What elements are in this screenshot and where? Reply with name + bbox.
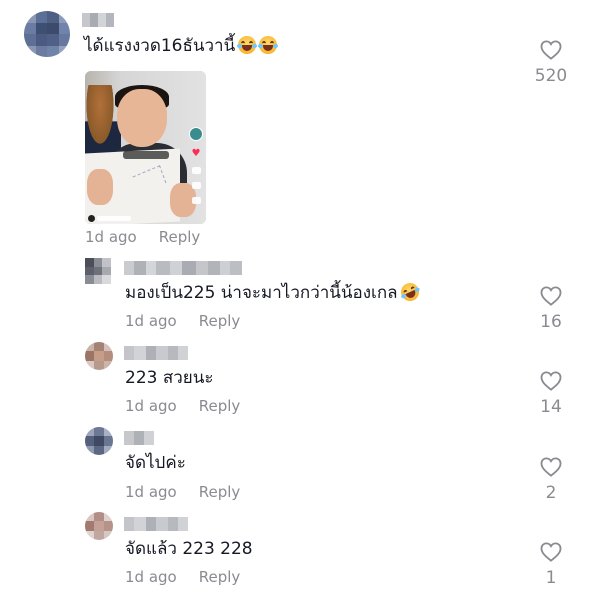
comment-meta: 1d ago Reply [125,397,240,415]
like-count: 1 [545,568,557,588]
like-count: 2 [545,483,557,503]
comment-text: ได้แรงงวด16ธันวานี้ [84,35,279,57]
avatar[interactable] [85,342,113,370]
username[interactable] [124,261,242,275]
heart-outline-icon [540,286,562,306]
heart-outline-icon [540,457,562,477]
reply-button[interactable]: Reply [199,568,241,586]
heart-outline-icon [540,40,562,60]
avatar[interactable] [85,258,111,284]
comment-text: มองเป็น225 น่าจะมาไวกว่านี้น้องเกล [125,280,422,304]
avatar[interactable] [85,512,113,540]
like-count: 16 [540,312,562,332]
like-count: 14 [540,397,562,417]
reply-button[interactable]: Reply [159,228,201,246]
comment-text: จัดไปค่ะ [125,453,186,473]
laughing-emoji [237,36,258,54]
timestamp: 1d ago [125,397,177,415]
reply-button[interactable]: Reply [199,483,241,501]
timestamp: 1d ago [85,228,137,246]
like-count: 520 [534,66,568,86]
timestamp: 1d ago [125,312,177,330]
reply-button[interactable]: Reply [199,397,241,415]
rofl-emoji [397,280,422,304]
timestamp: 1d ago [125,483,177,501]
comment-text: จัดแล้ว 223 228 [125,539,253,559]
like-button[interactable]: 520 [521,40,581,86]
like-button[interactable]: 16 [521,286,581,332]
like-button[interactable]: 1 [521,542,581,588]
video-thumbnail[interactable]: ♥ [85,71,206,224]
avatar[interactable] [24,11,70,57]
heart-outline-icon [540,542,562,562]
comment-meta: 1d ago Reply [125,312,240,330]
username[interactable] [124,517,188,531]
laughing-emoji [258,36,279,54]
username[interactable] [82,13,114,27]
like-button[interactable]: 14 [521,371,581,417]
like-button[interactable]: 2 [521,457,581,503]
avatar[interactable] [85,427,113,455]
heart-outline-icon [540,371,562,391]
timestamp: 1d ago [125,568,177,586]
username[interactable] [124,346,188,360]
comment-meta: 1d ago Reply [125,483,240,501]
reply-button[interactable]: Reply [199,312,241,330]
username[interactable] [124,431,154,445]
comment-meta: 1d ago Reply [85,228,200,246]
comment-meta: 1d ago Reply [125,568,240,586]
comment-text: 223 สวยนะ [125,368,214,388]
